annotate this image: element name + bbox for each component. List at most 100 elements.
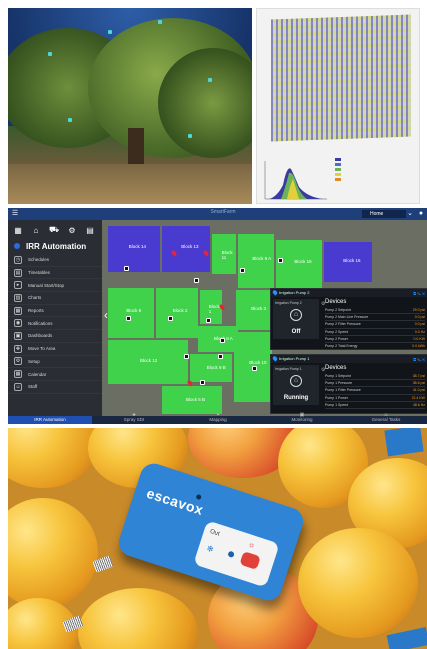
- map-block[interactable]: Block 16: [324, 242, 372, 282]
- valve-marker[interactable]: [126, 316, 131, 321]
- dashboard-header: ☰ SmartFarm Home ⌄ ●: [8, 208, 427, 220]
- device-row[interactable]: Pump 2 Power 0.0 KW: [325, 336, 425, 343]
- map-block[interactable]: Block 8 A: [198, 326, 238, 352]
- device-row[interactable]: Pump 2 Filter Pressure 0.0 psi: [325, 321, 425, 329]
- chevron-left-icon[interactable]: ‹: [104, 308, 108, 322]
- valve-marker[interactable]: [168, 316, 173, 321]
- pump-panel-header: Irrigation Pump 2 ⧉ ✎ ✕: [271, 289, 427, 297]
- chevron-down-icon[interactable]: ⌄: [406, 210, 414, 218]
- valve-marker[interactable]: [220, 338, 225, 343]
- marker-dot: [208, 78, 212, 82]
- sidebar-item-timetables[interactable]: ▤ Timetables: [8, 267, 102, 280]
- valve-marker[interactable]: [206, 318, 211, 323]
- sidebar-item-dashboards[interactable]: ▣ Dashboards: [8, 330, 102, 343]
- snowflake-icon: ✻: [205, 543, 215, 555]
- tab-monitoring[interactable]: ▣ Monitoring: [260, 412, 344, 424]
- valve-marker[interactable]: [124, 266, 129, 271]
- clock-icon: ◷: [14, 255, 22, 264]
- panel-actions[interactable]: ⧉ ✎ ✕: [413, 356, 425, 364]
- pump-panel-2: Irrigation Pump 2 ⧉ ✎ ✕ Irrigation Pump …: [270, 288, 427, 351]
- crate: [384, 428, 424, 457]
- report-icon: ▦: [14, 306, 22, 315]
- home-icon[interactable]: ⌂: [30, 226, 42, 235]
- menu-icon[interactable]: ☰: [11, 210, 19, 218]
- out-label: Out: [209, 528, 221, 538]
- temperature-tracker-device: escavox Out ☼ ✻: [115, 460, 307, 604]
- map-block[interactable]: Block 3: [236, 290, 274, 330]
- valve-marker[interactable]: [194, 278, 199, 283]
- device-row[interactable]: Pump 1 Power 22.4 KW: [325, 395, 425, 402]
- tab-mapping[interactable]: ⌖ Mapping: [176, 412, 260, 424]
- dashboard-icon: ▣: [14, 331, 22, 340]
- device-row[interactable]: Pump 1 Setpoint 38.7 psi: [325, 373, 425, 381]
- device-row[interactable]: Pump 1 Speed 48.6 Hz: [325, 402, 425, 409]
- valve-marker[interactable]: [218, 354, 223, 359]
- valve-marker[interactable]: [240, 268, 245, 273]
- sidebar-item-staff[interactable]: ☺ Staff: [8, 381, 102, 394]
- map-block[interactable]: Block 9 A: [238, 234, 274, 288]
- device-row[interactable]: Pump 2 Setpoint 29.0 psi: [325, 307, 425, 315]
- sidebar-item-reports[interactable]: ▦ Reports: [8, 305, 102, 318]
- device-row[interactable]: Pump 1 Filter Pressure 41.0 psi: [325, 387, 425, 395]
- device-control-face: Out ☼ ✻: [193, 520, 280, 588]
- map-block[interactable]: Block 13: [162, 226, 210, 272]
- marker-dot: [158, 20, 162, 24]
- map-block[interactable]: Block 5 B: [162, 386, 222, 414]
- yield-histogram: [264, 161, 327, 200]
- map-block[interactable]: Block 12: [108, 340, 188, 384]
- pump-status-card[interactable]: Irrigation Pump 2 ⌂ Off: [273, 299, 319, 339]
- device-row[interactable]: Pump 2 Main Line Pressure 0.0 psi: [325, 314, 425, 322]
- settings-icon[interactable]: ⚙: [66, 226, 78, 235]
- device-row[interactable]: Pump 1 Pressure 38.6 psi: [325, 380, 425, 388]
- valve-marker[interactable]: [252, 366, 257, 371]
- map-block[interactable]: Block 14: [108, 226, 160, 272]
- spray-icon: ♣: [132, 412, 136, 418]
- device-row[interactable]: Pump 2 Speed 0.0 Hz: [325, 329, 425, 336]
- location-select[interactable]: Home: [362, 210, 406, 218]
- mango: [298, 528, 418, 638]
- indicator-dot: [227, 550, 235, 559]
- gear-icon: ⚙: [14, 357, 22, 366]
- sidebar-item-setup[interactable]: ⚙ Setup: [8, 356, 102, 369]
- location-pin-icon: [271, 355, 279, 362]
- user-icon: ☺: [14, 382, 22, 391]
- app-title: IRR Automation: [8, 240, 102, 254]
- orchard-yield-map: [256, 8, 420, 204]
- tab-general-tasks[interactable]: ☺ General Tasks: [344, 412, 427, 424]
- devices-list: Devices Pump 2 Setpoint 29.0 psi Pump 2 M…: [325, 299, 425, 351]
- valve-marker[interactable]: [278, 258, 283, 263]
- map-block[interactable]: Block 15: [276, 240, 322, 288]
- device-row[interactable]: Pump 2 Total Energy 0.0 kWh: [325, 343, 425, 351]
- truck-icon[interactable]: ⛟: [48, 225, 60, 235]
- bottom-tab-bar: IRR Automation ♣ Spray SDI ⌖ Mapping ▣ Moni…: [8, 412, 427, 424]
- tab-spray-sdi[interactable]: ♣ Spray SDI: [92, 412, 176, 424]
- pump-icon: ⌂: [290, 375, 302, 387]
- panel-actions[interactable]: ⧉ ✎ ✕: [413, 290, 425, 298]
- map-block[interactable]: Block 9 B: [190, 354, 232, 382]
- valve-marker[interactable]: [184, 354, 189, 359]
- map-block[interactable]: Block 11: [212, 234, 236, 274]
- pump-state: Running: [283, 395, 309, 401]
- user-icon[interactable]: ●: [417, 210, 425, 218]
- apps-icon[interactable]: ▤: [84, 226, 96, 235]
- sidebar-item-manual-start-stop[interactable]: ▸ Manual Start/Stop: [8, 279, 102, 293]
- calendar-icon: ▦: [14, 370, 22, 379]
- orchard-field-grid: [271, 14, 411, 142]
- chart-icon: ▥: [14, 293, 22, 302]
- sidebar-item-charts[interactable]: ▥ Charts: [8, 292, 102, 305]
- valve-marker[interactable]: [200, 380, 205, 385]
- sidebar-item-schedules[interactable]: ◷ Schedules: [8, 254, 102, 267]
- mango: [8, 498, 98, 608]
- sidebar-item-move-to-area[interactable]: ✥ Move To Area: [8, 343, 102, 356]
- table-icon: ▤: [14, 268, 22, 277]
- device-button[interactable]: [239, 551, 261, 570]
- tab-irr-automation[interactable]: IRR Automation: [8, 416, 92, 424]
- sidebar-item-notifications[interactable]: ◉ Notifications: [8, 317, 102, 331]
- grid-icon[interactable]: ▦: [12, 226, 24, 235]
- map-icon: ⌖: [216, 412, 220, 418]
- pump-status-card[interactable]: Irrigation Pump 1 ⌂ Running: [273, 365, 319, 405]
- escavox-logo: escavox: [144, 484, 206, 519]
- map-block[interactable]: Block 2: [156, 288, 198, 338]
- sidebar-item-calendar[interactable]: ▦ Calendar: [8, 368, 102, 381]
- map-block[interactable]: Block 5: [108, 288, 154, 338]
